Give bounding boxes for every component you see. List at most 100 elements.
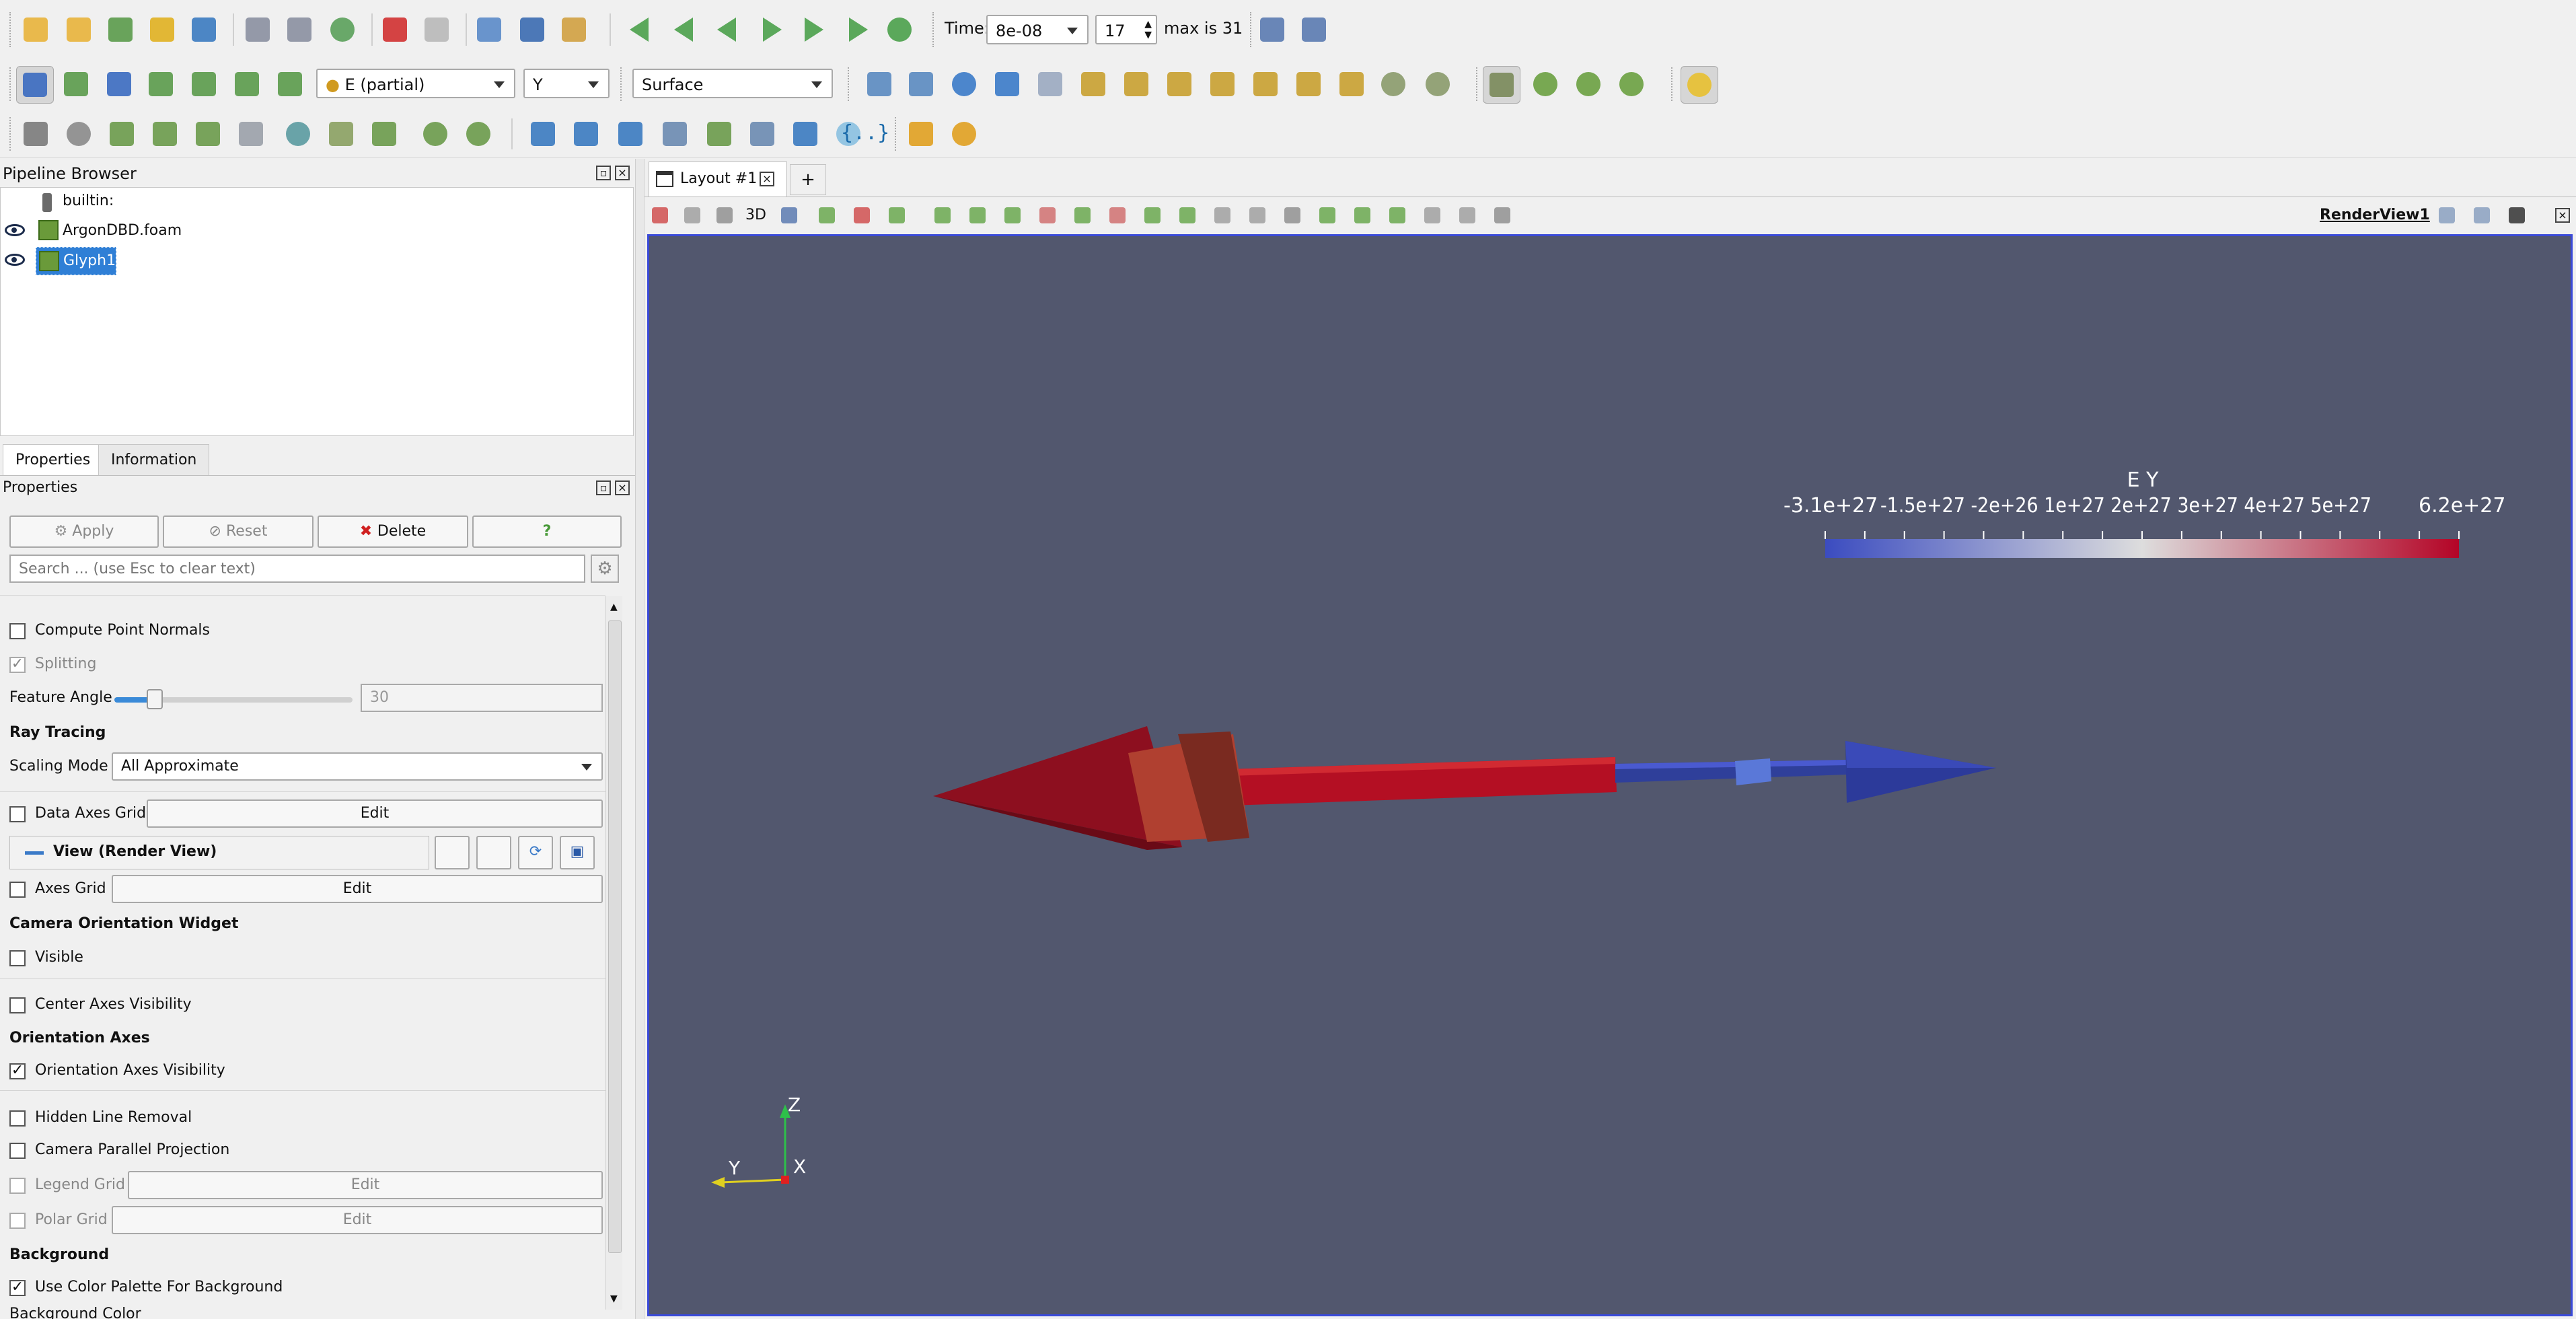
tab-information[interactable]: Information: [98, 444, 210, 475]
light-kit-icon[interactable]: [1681, 66, 1718, 104]
close-panel-icon[interactable]: ×: [615, 166, 630, 180]
threshold-icon[interactable]: [190, 116, 226, 152]
rescale-visible-icon[interactable]: [186, 66, 222, 102]
plus-selection-icon[interactable]: [1420, 203, 1445, 228]
toolbar-grip[interactable]: [1671, 67, 1677, 101]
center-axes-visibility-checkbox[interactable]: [9, 997, 26, 1013]
warp-vector-icon[interactable]: [366, 116, 402, 152]
open-folder-icon[interactable]: [17, 11, 54, 48]
help-button[interactable]: ?: [472, 515, 622, 548]
undo-icon[interactable]: [377, 11, 413, 48]
screenshot-icon[interactable]: [514, 11, 550, 48]
probe-location-icon[interactable]: [568, 116, 604, 152]
toolbar-grip[interactable]: [9, 67, 15, 101]
view-minus-x-icon[interactable]: [1118, 66, 1154, 102]
extract-level-icon[interactable]: [460, 116, 496, 152]
feature-angle-slider-handle[interactable]: [147, 689, 163, 709]
histogram-icon[interactable]: [612, 116, 649, 152]
data-axes-grid-checkbox[interactable]: [9, 806, 26, 822]
first-frame-icon[interactable]: [622, 11, 658, 48]
rescale-custom-icon[interactable]: [143, 66, 179, 102]
scalar-bar[interactable]: E Y -3.1e+27 -1.5e+27 -2e+26 1e+27 2e+27…: [1783, 468, 2505, 558]
load-state-icon[interactable]: [240, 11, 276, 48]
properties-search-input[interactable]: [9, 555, 585, 583]
split-vertical-icon[interactable]: [2469, 203, 2495, 228]
copy-view-properties-icon[interactable]: [435, 836, 470, 869]
feature-angle-input[interactable]: 30: [361, 684, 603, 712]
float-panel-icon[interactable]: ▫: [596, 480, 611, 495]
feature-angle-slider[interactable]: [114, 689, 353, 709]
orientation-axes-visibility-checkbox[interactable]: ✓: [9, 1063, 26, 1079]
properties-scrollbar[interactable]: ▲ ▼: [605, 596, 622, 1310]
delete-button[interactable]: ✖ Delete: [318, 515, 468, 548]
camera-widget-visible-checkbox[interactable]: [9, 950, 26, 966]
select-query-icon[interactable]: [1350, 203, 1375, 228]
rotate-minus-90-icon[interactable]: [1420, 66, 1456, 102]
float-panel-icon[interactable]: ▫: [596, 166, 611, 180]
grow-selection-icon[interactable]: [1210, 203, 1235, 228]
clip-icon[interactable]: [104, 116, 140, 152]
disconnect-icon[interactable]: [186, 11, 222, 48]
splitting-checkbox[interactable]: ✓: [9, 657, 26, 673]
data-axes-grid-edit-button[interactable]: Edit: [147, 799, 603, 828]
save-state-icon[interactable]: [281, 11, 318, 48]
add-layout-tab-button[interactable]: +: [790, 164, 826, 195]
save-defaults-icon[interactable]: ▣: [560, 836, 595, 869]
toolbar-grip[interactable]: [848, 67, 853, 101]
view-minus-y-icon[interactable]: [1204, 66, 1241, 102]
component-combo[interactable]: Y: [523, 69, 610, 98]
pipeline-item-argondbd[interactable]: ArgonDBD.foam: [63, 217, 182, 244]
eye-icon[interactable]: [5, 254, 25, 266]
toolbar-grip[interactable]: [1476, 67, 1481, 101]
capture-screenshot-icon[interactable]: [1296, 11, 1332, 48]
view-plus-x-icon[interactable]: [1075, 66, 1111, 102]
plot-over-line-icon[interactable]: [525, 116, 561, 152]
scroll-up-icon[interactable]: ▲: [610, 602, 618, 612]
reset-button[interactable]: ⊘ Reset: [163, 515, 314, 548]
extract-subset-icon[interactable]: [233, 116, 269, 152]
hidden-line-removal-checkbox[interactable]: [9, 1110, 26, 1127]
zoom-closest-icon[interactable]: [946, 66, 982, 102]
connect-icon[interactable]: [144, 11, 180, 48]
play-icon[interactable]: [753, 11, 790, 48]
scaling-mode-combo[interactable]: All Approximate: [112, 752, 603, 781]
color-field-combo[interactable]: ● E (partial): [316, 69, 515, 98]
glyph-icon[interactable]: [280, 116, 316, 152]
properties-scroll-area[interactable]: Compute Point Normals ✓ Splitting Featur…: [0, 596, 636, 1319]
color-palette-icon[interactable]: [556, 11, 592, 48]
show-center-icon[interactable]: [1613, 66, 1650, 102]
stream-tracer-icon[interactable]: [323, 116, 359, 152]
loop-icon[interactable]: [881, 11, 918, 48]
select-polygon-points-icon[interactable]: [1000, 203, 1025, 228]
scrollbar-thumb[interactable]: [608, 620, 622, 1253]
tab-properties[interactable]: Properties: [3, 444, 104, 475]
spin-arrows-icon[interactable]: ▲ ▼: [1144, 19, 1152, 40]
shrink-selection-icon[interactable]: [1245, 203, 1270, 228]
protractor-icon[interactable]: [946, 116, 982, 152]
hover-points-icon[interactable]: [1140, 203, 1165, 228]
next-frame-icon[interactable]: [795, 11, 832, 48]
maximize-view-icon[interactable]: [2504, 203, 2530, 228]
render-view[interactable]: E Y -3.1e+27 -1.5e+27 -2e+26 1e+27 2e+27…: [647, 234, 2573, 1316]
select-cells-on-icon[interactable]: [849, 203, 875, 228]
camera-search-icon[interactable]: [776, 203, 802, 228]
select-points-through-icon[interactable]: [884, 203, 910, 228]
polar-grid-checkbox[interactable]: [9, 1213, 26, 1229]
zoom-to-box-icon[interactable]: [1032, 66, 1068, 102]
find-data-icon[interactable]: [1254, 11, 1290, 48]
color-legend-icon[interactable]: [16, 66, 54, 104]
edit-color-map-icon[interactable]: [58, 66, 94, 102]
camera-parallel-projection-checkbox[interactable]: [9, 1143, 26, 1159]
axes-grid-edit-button[interactable]: Edit: [112, 875, 603, 903]
interaction-mode-icon[interactable]: [1483, 66, 1520, 104]
split-reset-icon[interactable]: [647, 203, 673, 228]
legend-grid-checkbox[interactable]: [9, 1178, 26, 1194]
hover-cells-icon[interactable]: [1175, 203, 1200, 228]
zoom-to-data-icon[interactable]: [903, 66, 939, 102]
reverse-play-icon[interactable]: [709, 11, 745, 48]
interactive-select-cells-icon[interactable]: [1070, 203, 1095, 228]
plot-data-icon[interactable]: [657, 116, 693, 152]
select-points-on-icon[interactable]: [814, 203, 840, 228]
temporal-statistics-icon[interactable]: [744, 116, 780, 152]
time-step-spinbox[interactable]: 17 ▲ ▼: [1095, 15, 1157, 44]
